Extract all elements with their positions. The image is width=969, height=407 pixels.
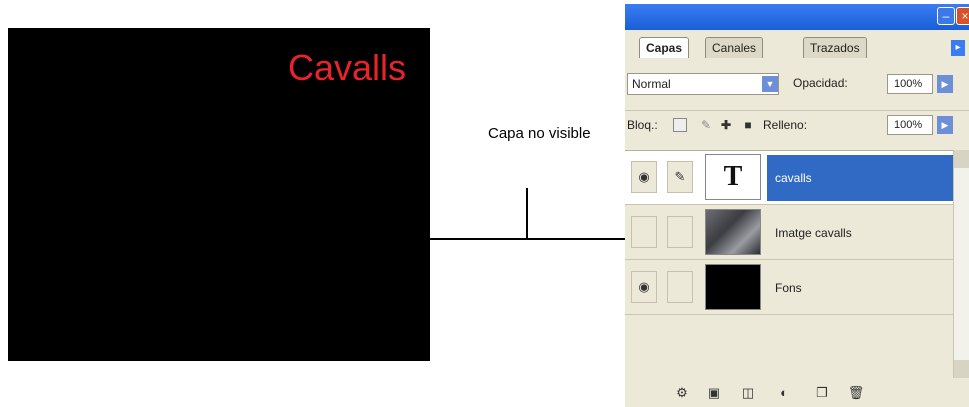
layers-scrollbar[interactable] [953,150,969,378]
adjustment-layer-icon[interactable]: ◐ [775,385,793,401]
fill-label: Relleno: [763,118,808,132]
layer-name[interactable]: Fons [767,265,810,311]
callout-line-vertical [526,188,528,239]
chevron-down-icon[interactable]: ▼ [762,76,778,92]
panel-menu-arrow-icon[interactable]: ▸ [951,40,965,56]
link-toggle-empty[interactable] [667,216,693,248]
scroll-up-button[interactable] [954,150,969,168]
callout-line-horizontal [430,238,642,240]
layer-name[interactable]: cavalls [767,155,953,201]
minimize-button[interactable]: – [937,7,955,25]
link-toggle-empty[interactable] [667,271,693,303]
panel-bottom-toolbar: ⚙ ▣ ◫ ◐ ❐ 🗑 [625,380,969,407]
layer-mask-icon[interactable]: ◫ [739,385,757,401]
background-layer-thumbnail [705,264,761,310]
lock-label: Bloq.: [627,118,658,132]
close-button[interactable]: × [956,7,969,25]
photo-layer-thumbnail [705,209,761,255]
layers-panel: – × Capas Canales Trazados ▸ Normal ▼ Op… [625,4,969,407]
lock-brush-icon[interactable]: ✎ [699,118,713,132]
trash-icon[interactable]: 🗑 [847,385,865,401]
lock-position-icon[interactable]: ✚ [719,118,733,132]
eye-icon[interactable]: ◉ [631,161,657,193]
opacity-slider-arrow-icon[interactable]: ▶ [937,75,953,93]
layer-row[interactable]: ◉ ✎ T cavalls [625,151,953,205]
lock-all-icon[interactable]: ■ [741,118,755,132]
tab-capas[interactable]: Capas [639,37,690,58]
blend-row: Normal ▼ Opacidad: 100% ▶ [625,70,969,100]
panel-titlebar: – × [625,4,969,30]
fill-slider-arrow-icon[interactable]: ▶ [937,116,953,134]
layer-row[interactable]: Imatge cavalls [625,206,953,260]
callout-label: Capa no visible [488,125,591,142]
fill-input[interactable]: 100% [887,115,933,135]
opacity-input[interactable]: 100% [887,74,933,94]
new-layer-icon[interactable]: ❐ [813,385,831,401]
brush-icon[interactable]: ✎ [667,161,693,193]
canvas-title-text: Cavalls [287,47,406,88]
link-layers-icon[interactable]: ⚙ [673,385,691,401]
layers-list: ◉ ✎ T cavalls Imatge cavalls ◉ Fons [625,150,953,379]
document-canvas: Cavalls [8,28,430,361]
blend-mode-value: Normal [632,77,671,91]
scroll-down-button[interactable] [954,360,969,378]
layer-row[interactable]: ◉ Fons [625,261,953,315]
visibility-toggle-empty[interactable] [631,216,657,248]
lock-transparency-icon[interactable] [673,118,687,132]
blend-mode-select[interactable]: Normal ▼ [627,73,779,95]
lock-row: Bloq.: ✎ ✚ ■ Relleno: 100% ▶ [625,110,969,141]
text-layer-thumbnail: T [705,154,761,200]
opacity-label: Opacidad: [793,76,848,90]
panel-tabs: Capas Canales Trazados ▸ [625,32,969,58]
layer-name[interactable]: Imatge cavalls [767,210,860,256]
tab-trazados[interactable]: Trazados [803,37,867,58]
layer-style-icon[interactable]: ▣ [705,385,723,401]
tab-canales[interactable]: Canales [705,37,764,58]
eye-icon[interactable]: ◉ [631,271,657,303]
